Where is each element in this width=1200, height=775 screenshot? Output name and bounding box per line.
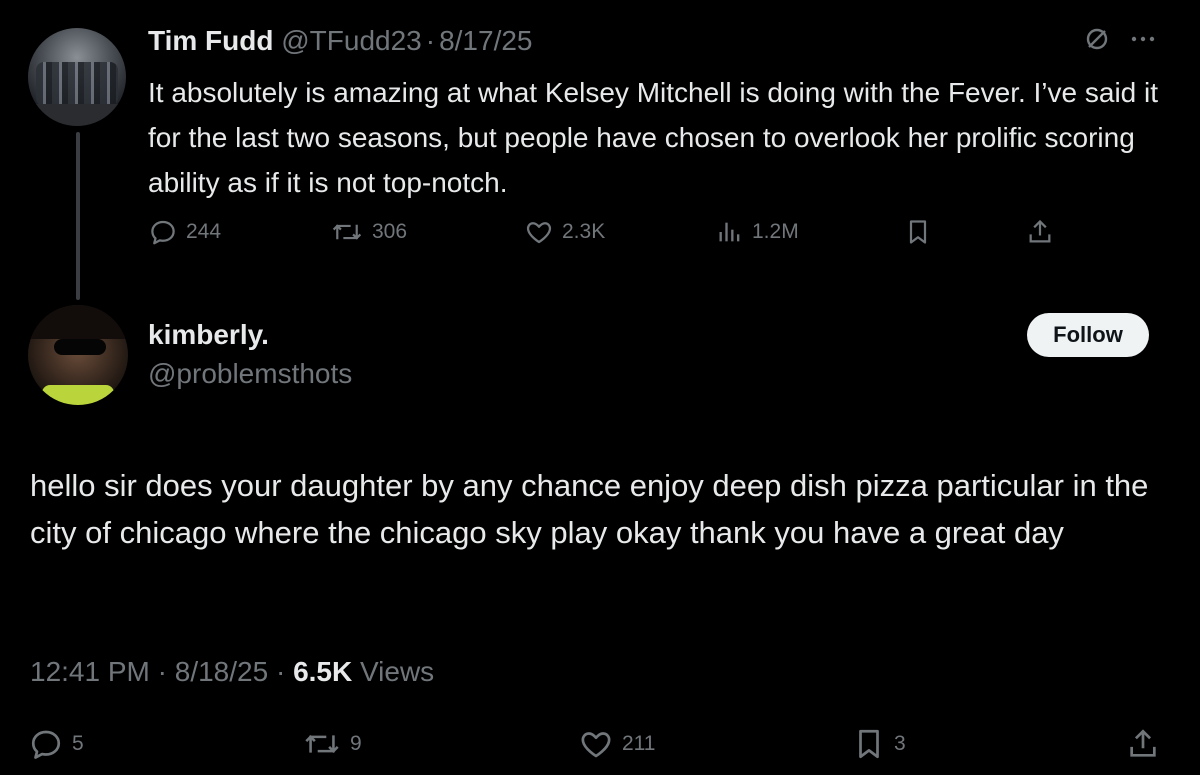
thread-line <box>76 132 80 300</box>
reply-meta: 12:41 PM · 8/18/25 · 6.5K Views <box>30 652 434 692</box>
repost-icon <box>330 217 364 247</box>
bookmark-icon <box>904 217 932 247</box>
parent-share-button[interactable] <box>1026 212 1054 252</box>
reply-icon <box>28 726 64 762</box>
reply-time[interactable]: 12:41 PM <box>30 656 150 687</box>
reply-separator-2: · <box>275 656 286 687</box>
reply-reply-button[interactable]: 5 <box>28 722 84 766</box>
reply-like-count: 211 <box>622 732 656 755</box>
parent-header: Tim Fudd @TFudd23 · 8/17/25 <box>148 22 533 60</box>
reply-repost-button[interactable]: 9 <box>302 722 362 766</box>
reply-date[interactable]: 8/18/25 <box>175 656 268 687</box>
reply-author-handle[interactable]: @problemsthots <box>148 355 352 393</box>
parent-reply-count: 244 <box>186 220 222 243</box>
parent-repost-button[interactable]: 306 <box>330 212 407 252</box>
parent-top-right-icons <box>1084 26 1156 52</box>
repost-icon <box>302 726 342 762</box>
reply-views-count: 6.5K <box>293 656 353 687</box>
share-icon <box>1126 726 1160 762</box>
parent-views-button[interactable]: 1.2M <box>716 212 799 252</box>
reply-views-label: Views <box>360 656 435 687</box>
more-icon[interactable] <box>1130 34 1156 44</box>
parent-views-count: 1.2M <box>752 220 799 243</box>
reply-avatar[interactable] <box>28 305 128 405</box>
follow-button[interactable]: Follow <box>1027 313 1149 357</box>
reply-repost-count: 9 <box>350 732 362 755</box>
reply-icon <box>148 217 178 247</box>
bookmark-icon <box>852 726 886 762</box>
reply-reply-count: 5 <box>72 732 84 755</box>
share-icon <box>1026 217 1054 247</box>
reply-separator-1: · <box>157 656 167 687</box>
reply-share-button[interactable] <box>1126 722 1160 766</box>
parent-author-handle[interactable]: @TFudd23 <box>281 25 422 56</box>
reply-tweet-text: hello sir does your daughter by any chan… <box>30 468 1149 550</box>
parent-separator: · <box>425 25 436 56</box>
reply-action-bar: 5 9 211 3 <box>28 722 1168 766</box>
parent-like-button[interactable]: 2.3K <box>524 212 605 252</box>
muted-circle-slash-icon[interactable] <box>1084 26 1110 52</box>
views-icon <box>716 218 744 246</box>
reply-like-button[interactable]: 211 <box>578 722 655 766</box>
parent-bookmark-button[interactable] <box>904 212 932 252</box>
reply-bookmark-count: 3 <box>894 732 906 755</box>
like-icon <box>524 217 554 247</box>
parent-date[interactable]: 8/17/25 <box>439 25 532 56</box>
like-icon <box>578 726 614 762</box>
parent-action-bar: 244 306 2.3K 1.2M <box>148 212 1060 252</box>
parent-reply-button[interactable]: 244 <box>148 212 221 252</box>
parent-repost-count: 306 <box>372 220 408 243</box>
reply-bookmark-button[interactable]: 3 <box>852 722 906 766</box>
parent-author-name[interactable]: Tim Fudd <box>148 25 273 56</box>
parent-tweet-text: It absolutely is amazing at what Kelsey … <box>148 77 1159 198</box>
parent-avatar[interactable] <box>28 28 126 126</box>
parent-like-count: 2.3K <box>562 220 606 243</box>
reply-author-name[interactable]: kimberly. <box>148 316 269 354</box>
